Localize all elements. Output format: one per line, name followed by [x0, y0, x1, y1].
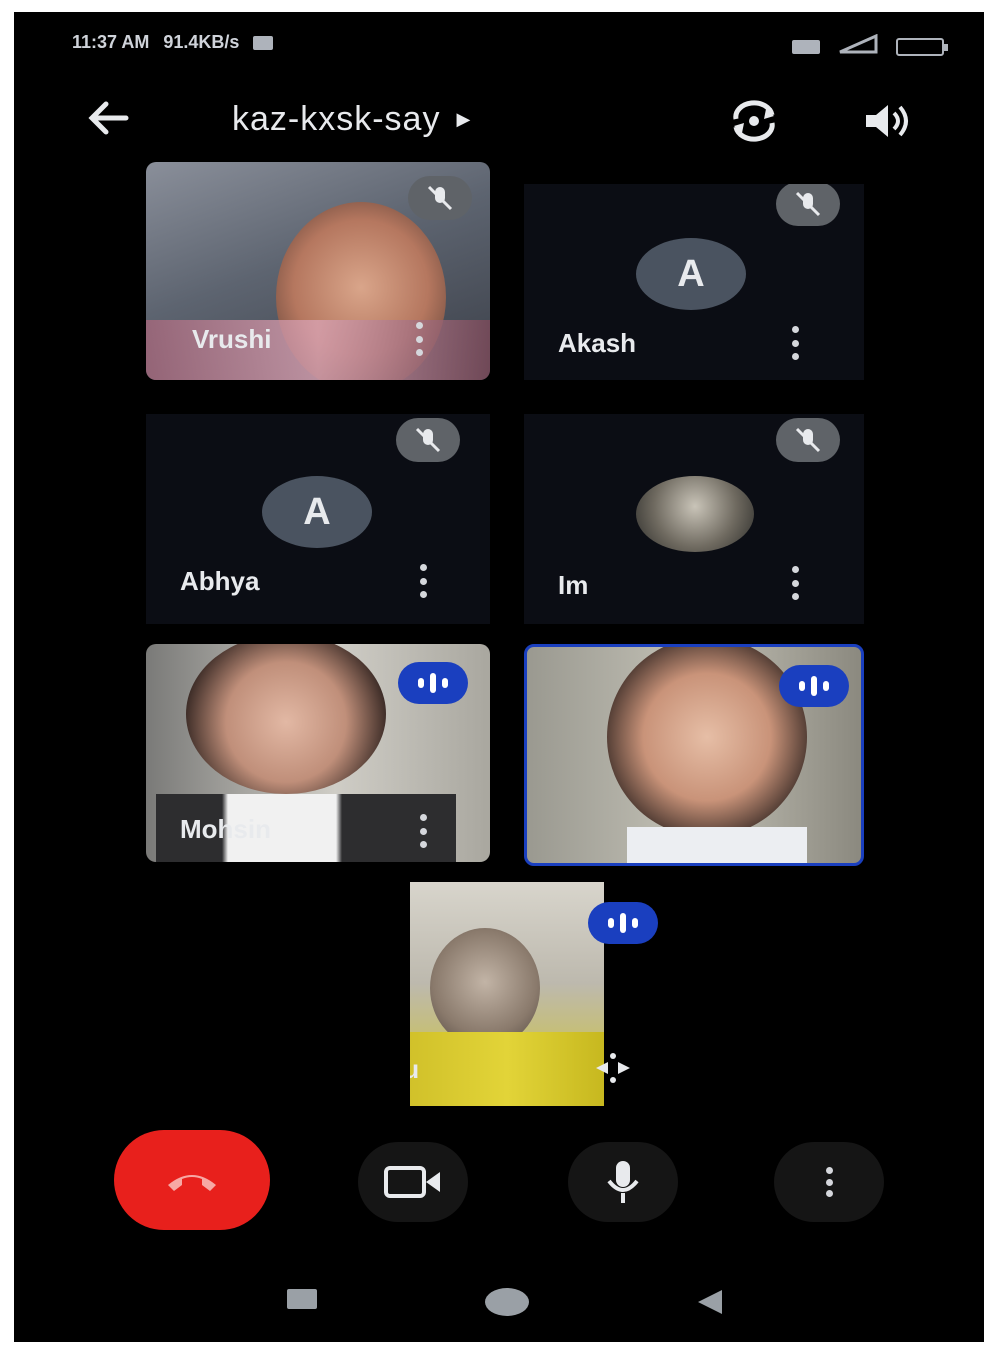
- participant-name: You: [410, 1054, 420, 1084]
- more-options-icon[interactable]: [418, 814, 428, 848]
- mic-off-icon: [776, 418, 840, 462]
- participant-name: Im: [558, 570, 589, 600]
- participant-name: Mohsin: [180, 814, 271, 844]
- camera-toggle-button[interactable]: [358, 1142, 468, 1222]
- participant-tile-active[interactable]: [524, 644, 864, 866]
- back-arrow-icon[interactable]: [84, 98, 130, 145]
- avatar-photo: [636, 476, 754, 552]
- more-options-button[interactable]: [774, 1142, 884, 1222]
- mic-toggle-button[interactable]: [568, 1142, 678, 1222]
- more-options-icon[interactable]: [418, 564, 428, 598]
- mic-off-icon: [776, 184, 840, 226]
- move-self-view-icon[interactable]: [588, 1048, 638, 1088]
- self-video: [430, 928, 540, 1048]
- participant-tile[interactable]: A Akash: [524, 184, 864, 380]
- clothing-shade: [410, 1032, 604, 1106]
- status-bar: 11:37 AM 91.4KB/s: [14, 32, 984, 62]
- avatar: A: [636, 238, 746, 310]
- meet-screen: 11:37 AM 91.4KB/s kaz-kxsk-say ▶ Vrushi …: [14, 12, 984, 1342]
- more-options-icon[interactable]: [790, 566, 800, 600]
- participant-name: Abhya: [180, 566, 260, 596]
- participant-tile[interactable]: Mohsin: [146, 644, 490, 862]
- recent-apps-icon[interactable]: [282, 1284, 322, 1314]
- header: kaz-kxsk-say ▶: [14, 94, 984, 154]
- participant-video: [186, 644, 386, 794]
- mic-off-icon: [408, 176, 472, 220]
- participant-name: Akash: [558, 328, 637, 358]
- meeting-title[interactable]: kaz-kxsk-say ▶: [232, 100, 471, 139]
- participant-tile[interactable]: Vrushi: [146, 162, 490, 380]
- notification-icon: [253, 35, 274, 50]
- more-options-icon[interactable]: [790, 326, 800, 360]
- clothing-shade: [627, 827, 807, 863]
- meeting-code: kaz-kxsk-say: [232, 100, 441, 138]
- participant-tile[interactable]: Im: [524, 414, 864, 624]
- battery-icon: [896, 37, 948, 56]
- data-icon: [792, 39, 820, 54]
- speaking-indicator-icon: [779, 665, 849, 707]
- network-speed: 91.4KB/s: [163, 32, 240, 52]
- back-icon[interactable]: [690, 1284, 730, 1320]
- speaking-indicator-icon: [588, 902, 658, 944]
- end-call-button[interactable]: [114, 1130, 270, 1230]
- more-options-icon[interactable]: [414, 322, 424, 356]
- more-options-icon: [824, 1167, 834, 1197]
- switch-camera-icon[interactable]: [726, 98, 782, 144]
- self-view-tile[interactable]: You: [410, 882, 604, 1106]
- home-icon[interactable]: [482, 1284, 532, 1320]
- participant-tile[interactable]: A Abhya: [146, 414, 490, 624]
- participant-name: Vrushi: [192, 324, 272, 354]
- signal-icon: [838, 33, 878, 59]
- speaker-icon[interactable]: [860, 98, 916, 144]
- status-time: 11:37 AM: [72, 32, 150, 52]
- participant-video: [607, 647, 807, 837]
- speaking-indicator-icon: [398, 662, 468, 704]
- avatar: A: [262, 476, 372, 548]
- caret-right-icon: ▶: [456, 109, 472, 129]
- mic-off-icon: [396, 418, 460, 462]
